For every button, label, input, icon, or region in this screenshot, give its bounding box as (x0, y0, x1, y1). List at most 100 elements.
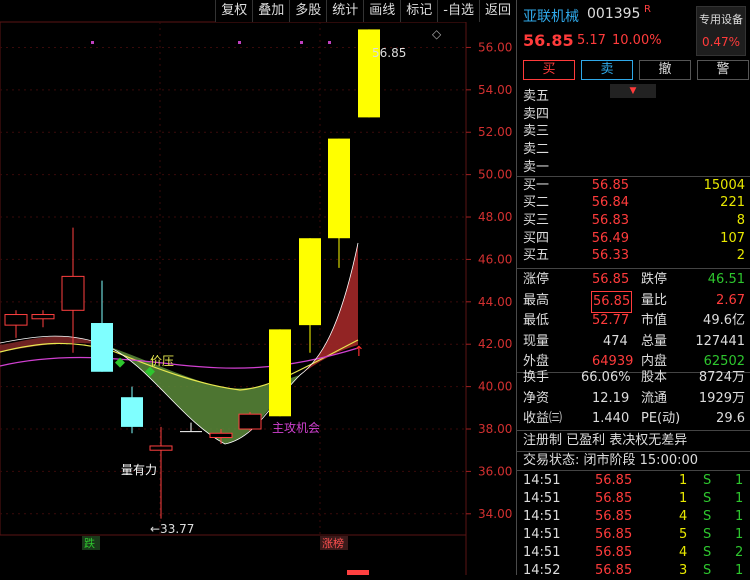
toolbar-overlay[interactable]: 叠加 (252, 0, 289, 22)
trade-buttons: 买 卖 撤 警 (523, 60, 749, 80)
ask-label: 卖五 (523, 89, 550, 104)
tick-time: 14:51 (523, 473, 561, 488)
up-arrow-icon: ↑ (353, 344, 365, 360)
stat-value: 46.51 (707, 272, 745, 287)
fund-row: 净资 12.19 流通 1929万 (517, 389, 750, 410)
tick-vol: 4 (679, 509, 688, 524)
fund-label: 换手 (523, 370, 550, 385)
toolbar-back[interactable]: 返回 (478, 0, 516, 22)
kline-chart[interactable]: 56.00 54.00 52.00 50.00 48.00 46.00 44.00 42.00… (0, 0, 516, 575)
stock-tags: 注册制 已盈利 表决权无差异 (523, 433, 688, 448)
alert-button[interactable]: 警 (697, 60, 749, 80)
tick-row: 14:52 56.85 3 S 1 (517, 562, 750, 580)
bid-vol: 15004 (703, 178, 745, 194)
ask-label: 卖三 (523, 124, 550, 140)
tick-side: S (703, 527, 712, 542)
y-tick-label: 50.00 (478, 168, 512, 182)
marker-dot (91, 41, 94, 44)
fund-value: 1929万 (698, 390, 745, 406)
stat-value: 49.6亿 (703, 313, 745, 328)
ask-row: 卖五 (517, 88, 750, 106)
bid-row: 买五 56.33 2 (517, 247, 750, 265)
divider (517, 268, 750, 269)
tick-time: 14:51 (523, 509, 561, 524)
candle-body (358, 29, 380, 118)
toolbar-stats[interactable]: 统计 (326, 0, 363, 22)
toolbar-mark[interactable]: 标记 (400, 0, 437, 22)
candle-body (91, 323, 113, 372)
quote-panel: 亚联机械 001395 R 专用设备 0.47% 56.85 5.17 10.0… (516, 0, 750, 578)
tick-row: 14:51 56.85 1 S 1 (517, 490, 750, 508)
tick-side: S (703, 473, 712, 488)
tick-row: 14:51 56.85 4 S 2 (517, 544, 750, 562)
stats-table: 涨停 56.85 跌停 46.51 最高 56.85 量比 2.67 最低 52… (517, 270, 750, 373)
y-tick-label: 56.00 (478, 40, 512, 54)
fundamentals: 换手 66.06% 股本 8724万 净资 12.19 流通 1929万 收益㈢… (517, 368, 750, 430)
toolbar-multi[interactable]: 多股 (289, 0, 326, 22)
trade-status: 交易状态: 闭市阶段 15:00:00 (523, 453, 699, 468)
y-tick-label: 44.00 (478, 295, 512, 309)
tick-vol: 1 (679, 491, 688, 506)
fund-value: 1.440 (592, 411, 630, 426)
down-arrow-icon: ◆ (115, 355, 125, 370)
ask-row: 卖四 (517, 106, 750, 124)
diamond-icon: ◇ (432, 27, 442, 41)
stats-row: 涨停 56.85 跌停 46.51 (517, 270, 750, 291)
bottom-tag: 跌 (84, 536, 95, 550)
fund-value: 66.06% (581, 370, 631, 385)
stat-value: 127441 (695, 333, 745, 349)
candle-body (238, 413, 262, 430)
stats-row: 最低 52.77 市值 49.6亿 (517, 311, 750, 332)
stat-value: 52.77 (592, 313, 630, 328)
ma-magenta (0, 347, 359, 369)
stat-value: 56.85 (592, 272, 630, 287)
fund-value: 29.6 (716, 411, 745, 426)
candle-body (121, 397, 143, 427)
y-tick-label: 46.00 (478, 252, 512, 266)
bid-label: 买四 (523, 230, 550, 246)
tick-row: 14:51 56.85 5 S 1 (517, 526, 750, 544)
stat-label: 跌停 (641, 272, 668, 287)
tick-side: S (703, 509, 712, 524)
divider (517, 470, 750, 471)
bid-price: 56.49 (591, 230, 629, 246)
sell-button[interactable]: 卖 (581, 60, 633, 80)
fund-label: 净资 (523, 390, 550, 406)
stat-label: 现量 (523, 333, 550, 349)
bid-vol: 8 (736, 212, 745, 228)
candle-body (299, 238, 321, 326)
volume-bar (347, 570, 369, 575)
tick-time: 14:51 (523, 545, 561, 560)
buy-button[interactable]: 买 (523, 60, 575, 80)
fund-label: 流通 (641, 390, 668, 406)
tick-price: 56.85 (595, 563, 633, 578)
marker-dot (328, 41, 331, 44)
stock-code: 001395 (587, 6, 641, 22)
cancel-button[interactable]: 撤 (639, 60, 691, 80)
tick-side: S (703, 563, 712, 578)
toolbar-fuquan[interactable]: 复权 (215, 0, 252, 22)
tick-vol: 5 (679, 527, 688, 542)
toolbar-remove-watch[interactable]: -自选 (437, 0, 479, 22)
marker-dot (300, 41, 303, 44)
candle-body (61, 275, 85, 311)
ribbon-left (0, 336, 105, 352)
candle-body (209, 432, 233, 438)
toolbar-draw[interactable]: 画线 (363, 0, 400, 22)
tick-list[interactable]: 14:51 56.85 1 S 1 14:51 56.85 1 S 1 14:5… (517, 472, 750, 580)
price-header: 56.85 5.17 10.00% (517, 28, 750, 54)
candle-body (180, 431, 202, 433)
stat-label: 市值 (641, 313, 668, 328)
chart-toolbar: 复权 叠加 多股 统计 画线 标记 -自选 返回 (215, 0, 516, 22)
tick-num: 1 (735, 509, 744, 524)
y-tick-label: 36.00 (478, 464, 512, 478)
tick-num: 1 (735, 491, 744, 506)
y-tick-label: 40.00 (478, 380, 512, 394)
stock-name[interactable]: 亚联机械 (523, 6, 579, 26)
candle-body (31, 314, 55, 320)
marker-dot (238, 41, 241, 44)
bid-price: 56.33 (591, 248, 629, 264)
tick-num: 1 (735, 527, 744, 542)
bid-vol: 2 (736, 248, 745, 264)
bid-vol: 107 (720, 230, 745, 246)
